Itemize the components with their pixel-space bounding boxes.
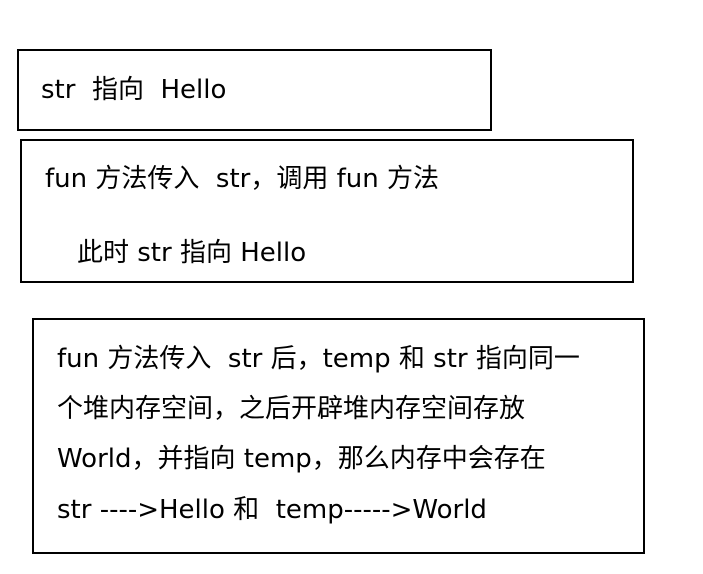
box-heap-explanation: fun 方法传入 str 后，temp 和 str 指向同一 个堆内存空间，之后… [32,318,645,554]
box-fun-call: fun 方法传入 str，调用 fun 方法 此时 str 指向 Hello [20,139,634,283]
box-str-points-hello: str 指向 Hello [17,49,492,131]
box1-line-1: str 指向 Hello [41,75,227,105]
box2-line-1: fun 方法传入 str，调用 fun 方法 [45,164,439,194]
box2-line-2: 此时 str 指向 Hello [77,238,307,268]
box3-line-1: fun 方法传入 str 后，temp 和 str 指向同一 [57,344,580,374]
box3-line-3: World，并指向 temp，那么内存中会存在 [57,444,546,474]
box3-line-4: str ---->Hello 和 temp----->World [57,495,487,525]
box3-line-2: 个堆内存空间，之后开辟堆内存空间存放 [57,394,526,424]
